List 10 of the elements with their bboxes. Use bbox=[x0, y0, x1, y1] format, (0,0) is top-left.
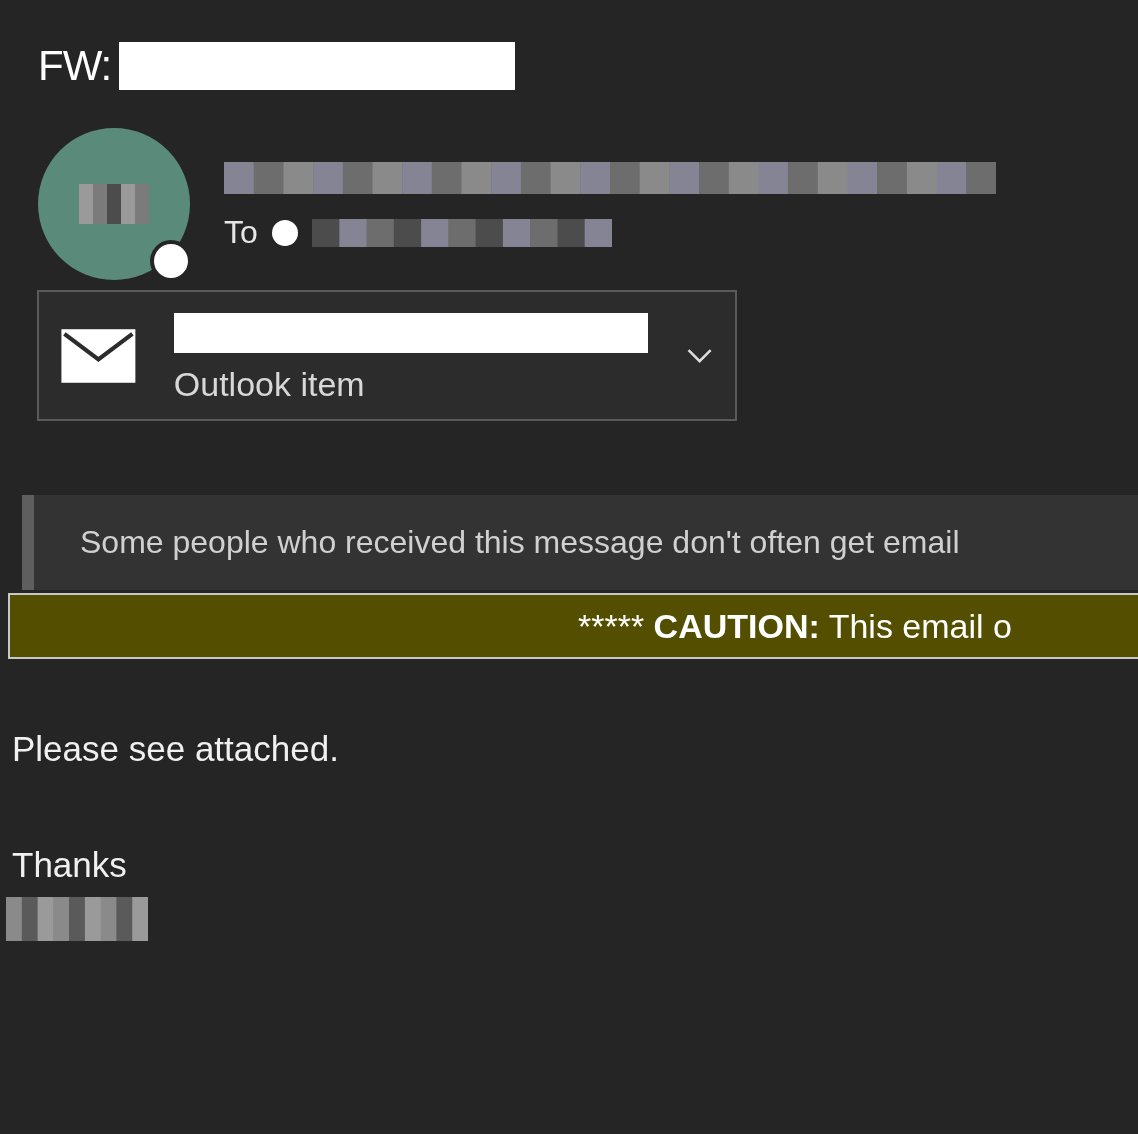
notice-text: Some people who received this message don't often get email bbox=[80, 524, 960, 561]
attachment-type: Outlook item bbox=[173, 365, 366, 404]
body-text: Please see attached. bbox=[12, 729, 340, 769]
recipient-dot bbox=[271, 219, 298, 246]
caution-text: ***** CAUTION: This email o bbox=[578, 606, 1012, 646]
subject-prefix: FW: bbox=[38, 42, 112, 90]
to-label: To bbox=[224, 214, 258, 251]
attachment-card[interactable]: Outlook item bbox=[37, 290, 737, 421]
pixelated-text bbox=[79, 184, 149, 224]
body-text: Thanks bbox=[12, 845, 128, 885]
